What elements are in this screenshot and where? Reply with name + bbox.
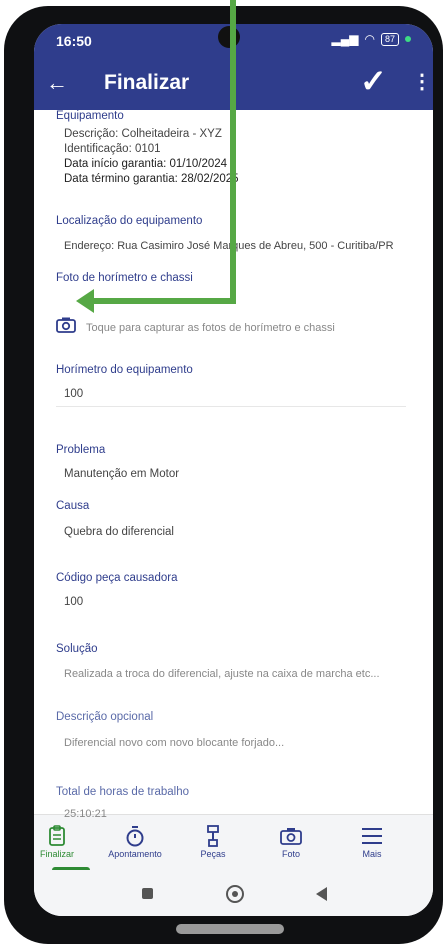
- bottom-navigation: Finalizar Apontamento Peças Foto Mais: [34, 814, 433, 875]
- more-options-icon[interactable]: ⋮: [412, 69, 432, 94]
- annotation-arrow-shaft: [230, 0, 236, 304]
- horimetro-label: Horímetro do equipamento: [56, 364, 193, 376]
- total-horas-value: 25:10:21: [64, 808, 107, 820]
- localizacao-label: Localização do equipamento: [56, 215, 203, 227]
- horimetro-input[interactable]: 100: [64, 388, 83, 400]
- parts-icon: [207, 825, 219, 847]
- battery-icon: 87: [380, 32, 399, 46]
- signal-icon: ▂▄▆: [331, 32, 359, 46]
- back-arrow-icon[interactable]: ←: [46, 70, 68, 96]
- nav-finalizar-label: Finalizar: [39, 849, 74, 859]
- wifi-icon: ◠: [364, 32, 375, 46]
- confirm-check-icon[interactable]: ✓: [360, 62, 387, 100]
- foto-label: Foto de horímetro e chassi: [56, 272, 193, 284]
- nav-mais-label: Mais: [362, 849, 382, 859]
- total-horas-label: Total de horas de trabalho: [56, 786, 189, 798]
- status-time: 16:50: [56, 33, 92, 49]
- nav-foto-label: Foto: [281, 849, 300, 859]
- phone-frame: 16:50 ▂▄▆ ◠ 87 ← Finalizar ✓ ⋮ Equipamen…: [4, 6, 443, 944]
- solucao-label: Solução: [56, 643, 98, 655]
- page-title: Finalizar: [104, 71, 190, 94]
- front-camera: [218, 26, 240, 48]
- equipamento-descricao: Descrição: Colheitadeira - XYZ: [64, 128, 222, 140]
- camera-icon[interactable]: [56, 317, 76, 333]
- home-button-icon[interactable]: [226, 885, 244, 903]
- problema-input[interactable]: Manutenção em Motor: [64, 468, 179, 480]
- stopwatch-icon: [126, 826, 144, 847]
- problema-label: Problema: [56, 444, 106, 456]
- nav-finalizar[interactable]: Finalizar: [34, 823, 92, 859]
- causa-input[interactable]: Quebra do diferencial: [64, 526, 174, 538]
- nav-pecas-label: Peças: [200, 849, 226, 859]
- camera-icon: [280, 828, 302, 845]
- recents-button-icon[interactable]: [142, 888, 153, 899]
- hamburger-menu-icon: [362, 828, 382, 844]
- codigo-input[interactable]: 100: [64, 596, 83, 608]
- clipboard-icon: [49, 825, 65, 846]
- equipamento-identificacao: Identificação: 0101: [64, 143, 161, 155]
- nav-foto[interactable]: Foto: [256, 823, 326, 859]
- system-navigation-bar: [34, 870, 433, 916]
- nav-apontamento[interactable]: Apontamento: [100, 823, 170, 859]
- back-button-icon[interactable]: [316, 887, 327, 901]
- equipamento-label: Equipamento: [56, 110, 124, 122]
- equipamento-inicio-garantia: Data início garantia: 01/10/2024: [64, 158, 228, 170]
- nav-mais[interactable]: Mais: [337, 823, 407, 859]
- status-icons: ▂▄▆ ◠ 87: [332, 32, 411, 46]
- codigo-label: Código peça causadora: [56, 572, 178, 584]
- gesture-bar: [176, 924, 284, 934]
- privacy-indicator-icon: [405, 36, 411, 42]
- solucao-input[interactable]: Realizada a troca do diferencial, ajuste…: [64, 668, 380, 680]
- descricao-opcional-input[interactable]: Diferencial novo com novo blocante forja…: [64, 737, 284, 749]
- causa-label: Causa: [56, 500, 90, 512]
- foto-capture-field[interactable]: Toque para capturar as fotos de horímetr…: [86, 322, 335, 334]
- nav-apontamento-label: Apontamento: [108, 849, 162, 859]
- annotation-arrow-head-icon: [76, 289, 94, 313]
- nav-pecas[interactable]: Peças: [178, 823, 248, 859]
- divider: [56, 406, 406, 407]
- descricao-opcional-label: Descrição opcional: [56, 711, 154, 723]
- equipamento-termino-garantia: Data término garantia: 28/02/2025: [64, 173, 239, 185]
- localizacao-endereco: Endereço: Rua Casimiro José Marques de A…: [64, 240, 394, 252]
- annotation-arrow-shaft: [92, 298, 236, 304]
